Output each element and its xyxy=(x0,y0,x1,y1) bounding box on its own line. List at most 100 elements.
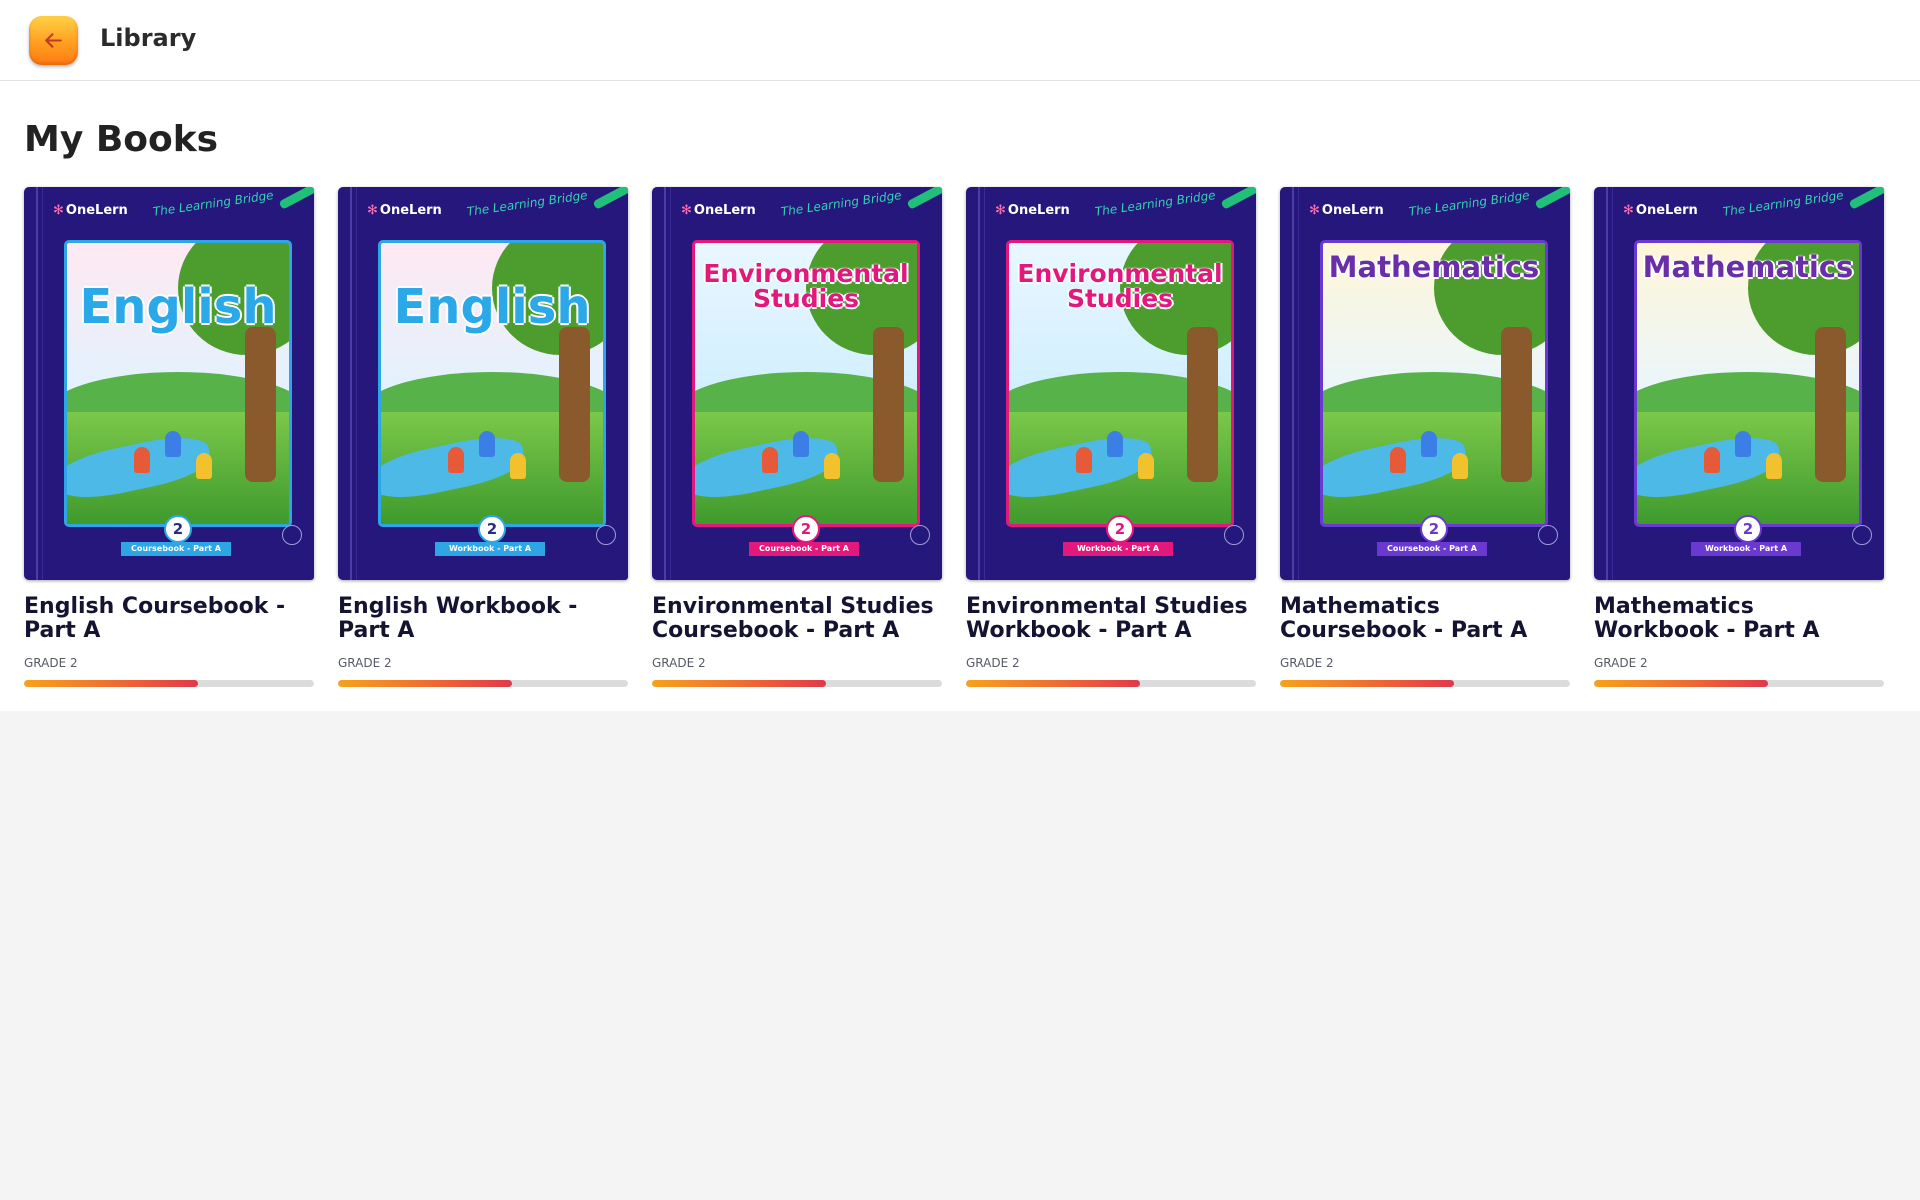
illustration-child xyxy=(509,453,526,480)
cover-subject: Mathematics xyxy=(1642,250,1854,284)
book-title[interactable]: Mathematics Workbook - Part A xyxy=(1594,595,1884,643)
illustration-child xyxy=(823,453,840,480)
brand-logo: ✻ OneLern xyxy=(53,203,128,218)
brand-mark-icon: ✻ xyxy=(53,203,64,218)
grade-badge: 2 xyxy=(164,515,192,543)
cover-illustration: Mathematics xyxy=(1320,240,1548,527)
illustration-child xyxy=(792,430,809,457)
book-cover[interactable]: ✻ OneLern The Learning Bridge Environment… xyxy=(652,187,942,580)
book-type-banner: Workbook - Part A xyxy=(1691,542,1801,556)
illustration-child xyxy=(1389,447,1406,474)
cover-subject: English xyxy=(79,279,277,335)
cover-spine xyxy=(1606,187,1608,580)
book-grade: GRADE 2 xyxy=(652,656,706,670)
page-title: Library xyxy=(100,24,197,52)
illustration-trunk xyxy=(1500,327,1532,482)
brand-logo: ✻ OneLern xyxy=(1623,203,1698,218)
grade-badge: 2 xyxy=(478,515,506,543)
cover-tagline: The Learning Bridge xyxy=(1722,188,1845,219)
progress-bar xyxy=(652,680,942,687)
arrow-left-icon xyxy=(45,33,62,48)
grade-badge: 2 xyxy=(1420,515,1448,543)
cover-subject: Mathematics xyxy=(1328,250,1540,284)
cover-tagline: The Learning Bridge xyxy=(1094,188,1217,219)
cover-illustration: English xyxy=(378,240,606,527)
book-cover[interactable]: ✻ OneLern The Learning Bridge Environment… xyxy=(966,187,1256,580)
library-content: My Books ✻ OneLern The Learning Bridge E… xyxy=(0,81,1920,711)
progress-bar xyxy=(1594,680,1884,687)
seal-icon xyxy=(1538,525,1558,545)
brand-mark-icon: ✻ xyxy=(367,203,378,218)
cover-ribbon xyxy=(906,187,942,210)
illustration-child xyxy=(1075,447,1092,474)
brand-mark-icon: ✻ xyxy=(995,203,1006,218)
book-title[interactable]: English Coursebook - Part A xyxy=(24,595,314,643)
illustration-child xyxy=(1106,430,1123,457)
brand-name: OneLern xyxy=(693,203,756,218)
cover-ribbon xyxy=(278,187,314,210)
cover-spine xyxy=(36,187,38,580)
book-title[interactable]: Mathematics Coursebook - Part A xyxy=(1280,595,1570,643)
book-title[interactable]: English Workbook - Part A xyxy=(338,595,628,643)
brand-name: OneLern xyxy=(1007,203,1070,218)
book-cover[interactable]: ✻ OneLern The Learning Bridge Mathematics… xyxy=(1594,187,1884,580)
grade-badge: 2 xyxy=(1106,515,1134,543)
cover-ribbon xyxy=(592,187,628,210)
cover-tagline: The Learning Bridge xyxy=(780,188,903,219)
book-grade: GRADE 2 xyxy=(24,656,78,670)
cover-subject: English xyxy=(393,279,591,335)
cover-illustration: Mathematics xyxy=(1634,240,1862,527)
seal-icon xyxy=(596,525,616,545)
cover-spine xyxy=(664,187,666,580)
illustration-child xyxy=(761,447,778,474)
book-grade: GRADE 2 xyxy=(1594,656,1648,670)
book-grade: GRADE 2 xyxy=(338,656,392,670)
grade-badge: 2 xyxy=(1734,515,1762,543)
illustration-trunk xyxy=(558,327,590,482)
book-type-banner: Workbook - Part A xyxy=(1063,542,1173,556)
illustration-child xyxy=(1765,453,1782,480)
book-title[interactable]: Environmental Studies Coursebook - Part … xyxy=(652,595,942,643)
book-cover[interactable]: ✻ OneLern The Learning Bridge Mathematics… xyxy=(1280,187,1570,580)
cover-spine-line xyxy=(356,187,357,580)
progress-fill xyxy=(966,680,1140,687)
progress-bar xyxy=(966,680,1256,687)
brand-name: OneLern xyxy=(65,203,128,218)
cover-illustration: Environmental Studies xyxy=(1006,240,1234,527)
cover-ribbon xyxy=(1848,187,1884,210)
book-type-banner: Coursebook - Part A xyxy=(749,542,859,556)
cover-tagline: The Learning Bridge xyxy=(152,188,275,219)
illustration-trunk xyxy=(1186,327,1218,482)
brand-mark-icon: ✻ xyxy=(1623,203,1634,218)
book-title[interactable]: Environmental Studies Workbook - Part A xyxy=(966,595,1256,643)
cover-spine xyxy=(1292,187,1294,580)
brand-name: OneLern xyxy=(379,203,442,218)
progress-bar xyxy=(338,680,628,687)
seal-icon xyxy=(1852,525,1872,545)
illustration-trunk xyxy=(244,327,276,482)
progress-bar xyxy=(24,680,314,687)
back-button[interactable] xyxy=(29,16,78,65)
progress-fill xyxy=(24,680,198,687)
book-cover[interactable]: ✻ OneLern The Learning Bridge English 2 C xyxy=(24,187,314,580)
cover-spine xyxy=(978,187,980,580)
cover-spine xyxy=(350,187,352,580)
book-type-banner: Coursebook - Part A xyxy=(121,542,231,556)
cover-ribbon xyxy=(1534,187,1570,210)
book-cover[interactable]: ✻ OneLern The Learning Bridge English 2 W xyxy=(338,187,628,580)
progress-bar xyxy=(1280,680,1570,687)
seal-icon xyxy=(1224,525,1244,545)
cover-spine-line xyxy=(1298,187,1299,580)
illustration-child xyxy=(133,447,150,474)
brand-name: OneLern xyxy=(1321,203,1384,218)
illustration-trunk xyxy=(1814,327,1846,482)
seal-icon xyxy=(910,525,930,545)
cover-subject: Environmental Studies xyxy=(703,259,909,313)
illustration-child xyxy=(1137,453,1154,480)
progress-fill xyxy=(1594,680,1768,687)
progress-fill xyxy=(338,680,512,687)
brand-logo: ✻ OneLern xyxy=(367,203,442,218)
cover-ribbon xyxy=(1220,187,1256,210)
brand-logo: ✻ OneLern xyxy=(681,203,756,218)
illustration-child xyxy=(1734,430,1751,457)
